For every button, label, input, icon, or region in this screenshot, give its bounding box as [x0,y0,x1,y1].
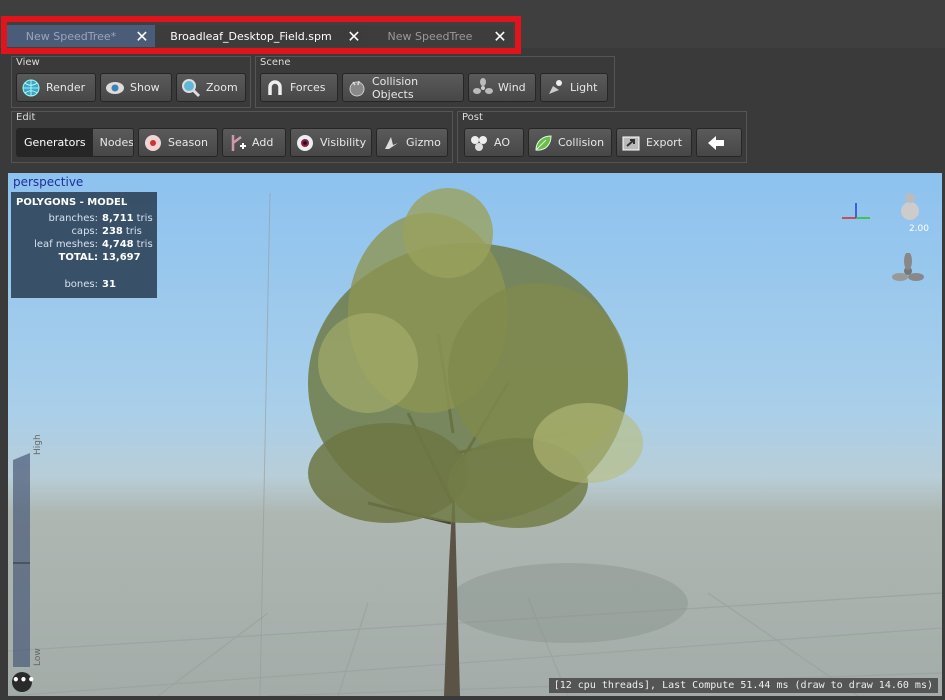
magnifier-icon [181,78,201,98]
3d-viewport[interactable]: perspective POLYGONS - MODEL branches: 8… [8,173,942,696]
season-button[interactable]: Season [138,128,218,157]
button-label: Add [252,136,274,149]
camera-zoom-value: 2.00 [908,224,929,234]
season-flower-icon [143,133,163,153]
leaf-icon [533,133,553,153]
button-label: Visibility [320,136,367,149]
button-label: Season [168,136,208,149]
button-label: Forces [290,81,326,94]
group-title: Scene [260,57,291,68]
button-label: Light [570,81,598,94]
group-title: Edit [16,112,36,123]
globe-icon [21,78,41,98]
lod-high-label: High [33,434,43,455]
collision-button[interactable]: Collision [528,128,612,157]
gizmo-button[interactable]: Gizmo [376,128,448,157]
left-arrow-icon [706,133,726,153]
export-icon [621,133,641,153]
stats-title: POLYGONS - MODEL [16,197,128,208]
zoom-button[interactable]: Zoom [176,73,246,102]
view-group: View Render Show Zoom [11,56,251,108]
button-label: Zoom [206,81,238,94]
stats-row-caps: caps: 238 tris [71,226,142,237]
visibility-button[interactable]: Visibility [290,128,372,157]
add-button[interactable]: Add [222,128,286,157]
lod-low-label: Low [33,648,43,666]
propeller-icon[interactable] [892,253,924,289]
more-options-icon[interactable]: ••• [12,672,35,692]
tab-strip: New SpeedTree* ✕ Broadleaf_Desktop_Field… [0,0,945,54]
fan-icon [473,77,493,98]
stats-row-leaf-meshes: leaf meshes: 4,748 tris [34,239,153,250]
stats-row-total: TOTAL: 13,697 [58,252,141,263]
edit-group: Edit Generators Nodes Season Add Visibil… [11,111,453,163]
scene-group: Scene Forces Collision Objects Wind Ligh… [255,56,615,108]
compute-status-bar: [12 cpu threads], Last Compute 51.44 ms … [548,678,938,693]
axis-gizmo [842,203,870,219]
ao-spheres-icon [469,133,489,153]
export-button[interactable]: Export [616,128,692,157]
nodes-tab[interactable]: Nodes [92,129,133,156]
button-label: Export [646,136,683,149]
lod-slider[interactable] [13,453,30,667]
forces-button[interactable]: Forces [260,73,338,102]
generators-tab[interactable]: Generators [17,129,93,156]
button-label: AO [494,136,510,149]
collision-objects-button[interactable]: Collision Objects [342,73,464,102]
button-label: Collision [558,136,605,149]
stats-row-branches: branches: 8,711 tris [48,213,153,224]
post-group: Post AO Collision Export [457,111,747,163]
eye-icon [105,78,125,98]
camera-zoom-icon[interactable] [898,191,922,223]
button-label: Show [130,81,160,94]
add-branch-icon [227,133,247,153]
button-label: Render [46,81,86,94]
spotlight-icon [545,78,565,98]
eyeball-icon [295,133,315,153]
show-button[interactable]: Show [100,73,172,102]
ao-button[interactable]: AO [464,128,524,157]
back-arrow-button[interactable] [696,128,742,157]
collision-sphere-icon [347,78,367,98]
tab-highlight-box [1,16,521,54]
button-label: Wind [498,81,526,94]
generators-nodes-toggle: Generators Nodes [16,128,134,157]
viewport-label: perspective [13,175,84,189]
stats-row-bones: bones: 31 [64,279,116,290]
tree-canopy [308,188,643,528]
group-title: Post [462,112,483,123]
button-label: Collision Objects [372,74,419,101]
gizmo-icon [381,133,401,153]
render-button[interactable]: Render [16,73,96,102]
wind-button[interactable]: Wind [468,73,536,102]
polygon-stats-panel: POLYGONS - MODEL branches: 8,711 tris ca… [11,192,157,298]
light-button[interactable]: Light [540,73,608,102]
magnet-icon [265,78,285,98]
group-title: View [16,57,40,68]
button-label: Gizmo [406,136,441,149]
